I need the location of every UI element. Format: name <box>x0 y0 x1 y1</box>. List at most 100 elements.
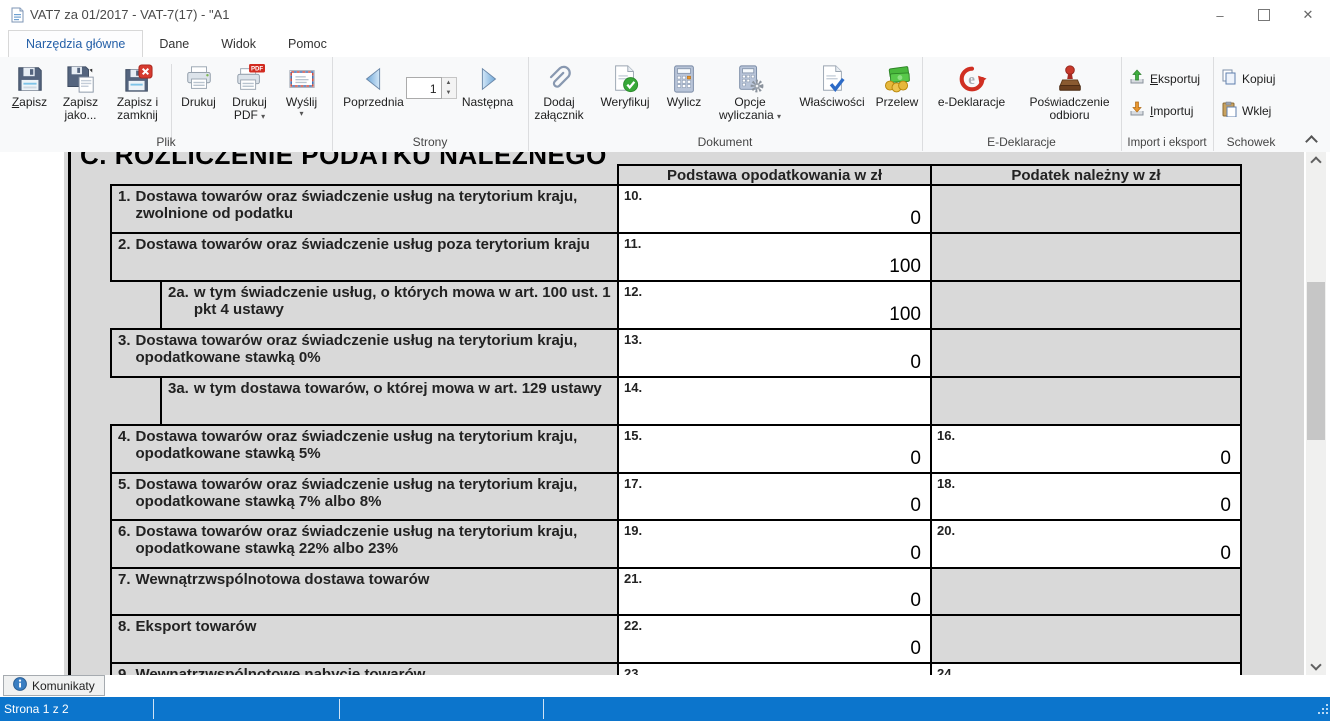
calc-options-button[interactable]: Opcje wyliczania ▾ <box>708 60 792 122</box>
tab-dane[interactable]: Dane <box>143 31 205 57</box>
row-label: 2a.w tym świadczenie usług, o których mo… <box>160 280 619 330</box>
cell-13[interactable]: 13.0 <box>617 328 932 378</box>
print-button[interactable]: Drukuj <box>175 60 223 109</box>
group-label-import-eksport: Import i eksport <box>1121 137 1213 149</box>
copy-icon <box>1221 69 1237 88</box>
document-view: C. ROZLICZENIE PODATKU NALEŻNEGO Podstaw… <box>0 152 1330 675</box>
cell-18[interactable]: 18.0 <box>930 472 1242 521</box>
app-window: VAT7 za 01/2017 - VAT-7(17) - "A1 – ✕ Na… <box>0 0 1330 721</box>
previous-page-button[interactable]: Poprzednia <box>342 60 406 109</box>
messages-tab-label: Komunikaty <box>32 679 95 693</box>
close-icon[interactable]: ✕ <box>1286 0 1330 30</box>
copy-button[interactable]: Kopiuj <box>1221 69 1289 88</box>
save-close-icon <box>123 62 153 96</box>
column-header-podstawa: Podstawa opodatkowania w zł <box>617 164 932 186</box>
spinner-down-icon[interactable]: ▼ <box>442 88 456 98</box>
save-button[interactable]: Zapisz <box>6 60 54 109</box>
resize-grip-icon[interactable] <box>1317 702 1329 720</box>
save-and-close-button[interactable]: Zapisz i zamknij <box>108 60 168 122</box>
table-row-9: 9.Wewnątrzwspólnotowe nabycie towarów 23… <box>64 662 1242 675</box>
next-page-button[interactable]: Następna <box>457 60 519 109</box>
print-pdf-button[interactable]: PDF Drukuj PDF ▾ <box>223 60 277 122</box>
cell-12[interactable]: 12.100 <box>617 280 932 330</box>
table-row-1: 1.Dostawa towarów oraz świadczenie usług… <box>64 184 1242 234</box>
send-button[interactable]: Wyślij▾ <box>277 60 327 119</box>
add-attachment-button[interactable]: Dodaj załącznik <box>528 60 590 122</box>
scroll-down-icon[interactable] <box>1306 658 1326 675</box>
previous-arrow-icon <box>359 62 389 96</box>
print-pdf-icon: PDF <box>235 62 265 96</box>
ribbon-group-dokument: Dodaj załącznik Weryfikuj Wylicz <box>528 57 923 151</box>
cell-disabled <box>930 567 1242 616</box>
cell-21[interactable]: 21.0 <box>617 567 932 616</box>
stamp-icon <box>1055 62 1085 96</box>
dropdown-arrow: ▾ <box>777 112 781 121</box>
minimize-icon[interactable]: – <box>1198 0 1242 30</box>
dropdown-arrow: ▾ <box>261 112 265 121</box>
cell-20[interactable]: 20.0 <box>930 519 1242 569</box>
cell-22[interactable]: 22.0 <box>617 614 932 664</box>
paperclip-icon <box>544 62 574 96</box>
table-row-8: 8.Eksport towarów 22.0 <box>64 614 1242 664</box>
row-label: 1.Dostawa towarów oraz świadczenie usług… <box>110 184 619 234</box>
ribbon: Zapisz Zapisz jako... Zapisz i zamknij <box>0 57 1330 153</box>
transfer-button[interactable]: Przelew <box>872 60 922 109</box>
row-label: 2.Dostawa towarów oraz świadczenie usług… <box>110 232 619 282</box>
verify-icon <box>610 62 640 96</box>
scrollbar-thumb[interactable] <box>1307 282 1325 440</box>
cell-11[interactable]: 11.100 <box>617 232 932 282</box>
messages-tab[interactable]: Komunikaty <box>3 675 105 696</box>
title-bar: VAT7 za 01/2017 - VAT-7(17) - "A1 – ✕ <box>0 0 1330 30</box>
verify-button[interactable]: Weryfikuj <box>590 60 660 109</box>
group-label-edeklaracje: E-Deklaracje <box>922 135 1121 149</box>
spinner-up-icon[interactable]: ▲ <box>442 78 456 88</box>
table-row-4: 4.Dostawa towarów oraz świadczenie usług… <box>64 424 1242 474</box>
page-number-input[interactable]: 1 <box>406 77 442 99</box>
receipt-confirmation-button[interactable]: Poświadczenie odbioru <box>1020 60 1120 122</box>
cell-16[interactable]: 16.0 <box>930 424 1242 474</box>
export-button[interactable]: Eksportuj <box>1129 69 1213 88</box>
table-row-2a: 2a.w tym świadczenie usług, o których mo… <box>64 280 1242 330</box>
cell-10[interactable]: 10.0 <box>617 184 932 234</box>
cell-disabled <box>930 328 1242 378</box>
form-page: C. ROZLICZENIE PODATKU NALEŻNEGO Podstaw… <box>64 152 1304 675</box>
cell-17[interactable]: 17.0 <box>617 472 932 521</box>
cell-23[interactable]: 23. <box>617 662 932 675</box>
paste-icon <box>1221 101 1237 120</box>
paste-button[interactable]: Wklej <box>1221 101 1289 120</box>
tab-widok[interactable]: Widok <box>205 31 272 57</box>
row-label: 4.Dostawa towarów oraz świadczenie usług… <box>110 424 619 474</box>
statusbar-divider <box>153 699 154 719</box>
ribbon-group-strony: Poprzednia 1 ▲ ▼ Następna Strony <box>332 57 529 151</box>
edeklaracje-button[interactable]: e e-Deklaracje <box>924 60 1020 109</box>
import-button[interactable]: Importuj <box>1129 101 1213 120</box>
collapse-ribbon-icon[interactable] <box>1307 137 1316 146</box>
cell-19[interactable]: 19.0 <box>617 519 932 569</box>
print-icon <box>184 62 214 96</box>
save-as-icon <box>66 62 96 96</box>
dropdown-arrow: ▾ <box>286 109 317 119</box>
tab-narzedzia-glowne[interactable]: Narzędzia główne <box>8 30 143 57</box>
cell-24[interactable]: 24. <box>930 662 1242 675</box>
properties-button[interactable]: Właściwości <box>792 60 872 109</box>
cell-disabled <box>930 184 1242 234</box>
ribbon-group-plik: Zapisz Zapisz jako... Zapisz i zamknij <box>0 57 333 151</box>
page-number-spinner: 1 ▲ ▼ <box>406 77 457 99</box>
cell-disabled <box>930 280 1242 330</box>
statusbar-divider <box>543 699 544 719</box>
table-row-5: 5.Dostawa towarów oraz świadczenie usług… <box>64 472 1242 521</box>
calc-options-icon <box>735 62 765 96</box>
scroll-up-icon[interactable] <box>1306 152 1326 169</box>
calculator-icon <box>669 62 699 96</box>
cell-disabled <box>930 376 1242 426</box>
calculate-button[interactable]: Wylicz <box>660 60 708 109</box>
vertical-scrollbar[interactable] <box>1306 152 1326 675</box>
maximize-icon[interactable] <box>1242 0 1286 30</box>
tab-pomoc[interactable]: Pomoc <box>272 31 343 57</box>
row-label: 3a.w tym dostawa towarów, o której mowa … <box>160 376 619 426</box>
ribbon-tab-bar: Narzędzia główne Dane Widok Pomoc <box>0 30 1330 57</box>
cell-14[interactable]: 14. <box>617 376 932 426</box>
cell-15[interactable]: 15.0 <box>617 424 932 474</box>
ribbon-group-edeklaracje: e e-Deklaracje Poświadczenie odbioru E-D… <box>922 57 1122 151</box>
save-as-button[interactable]: Zapisz jako... <box>54 60 108 122</box>
